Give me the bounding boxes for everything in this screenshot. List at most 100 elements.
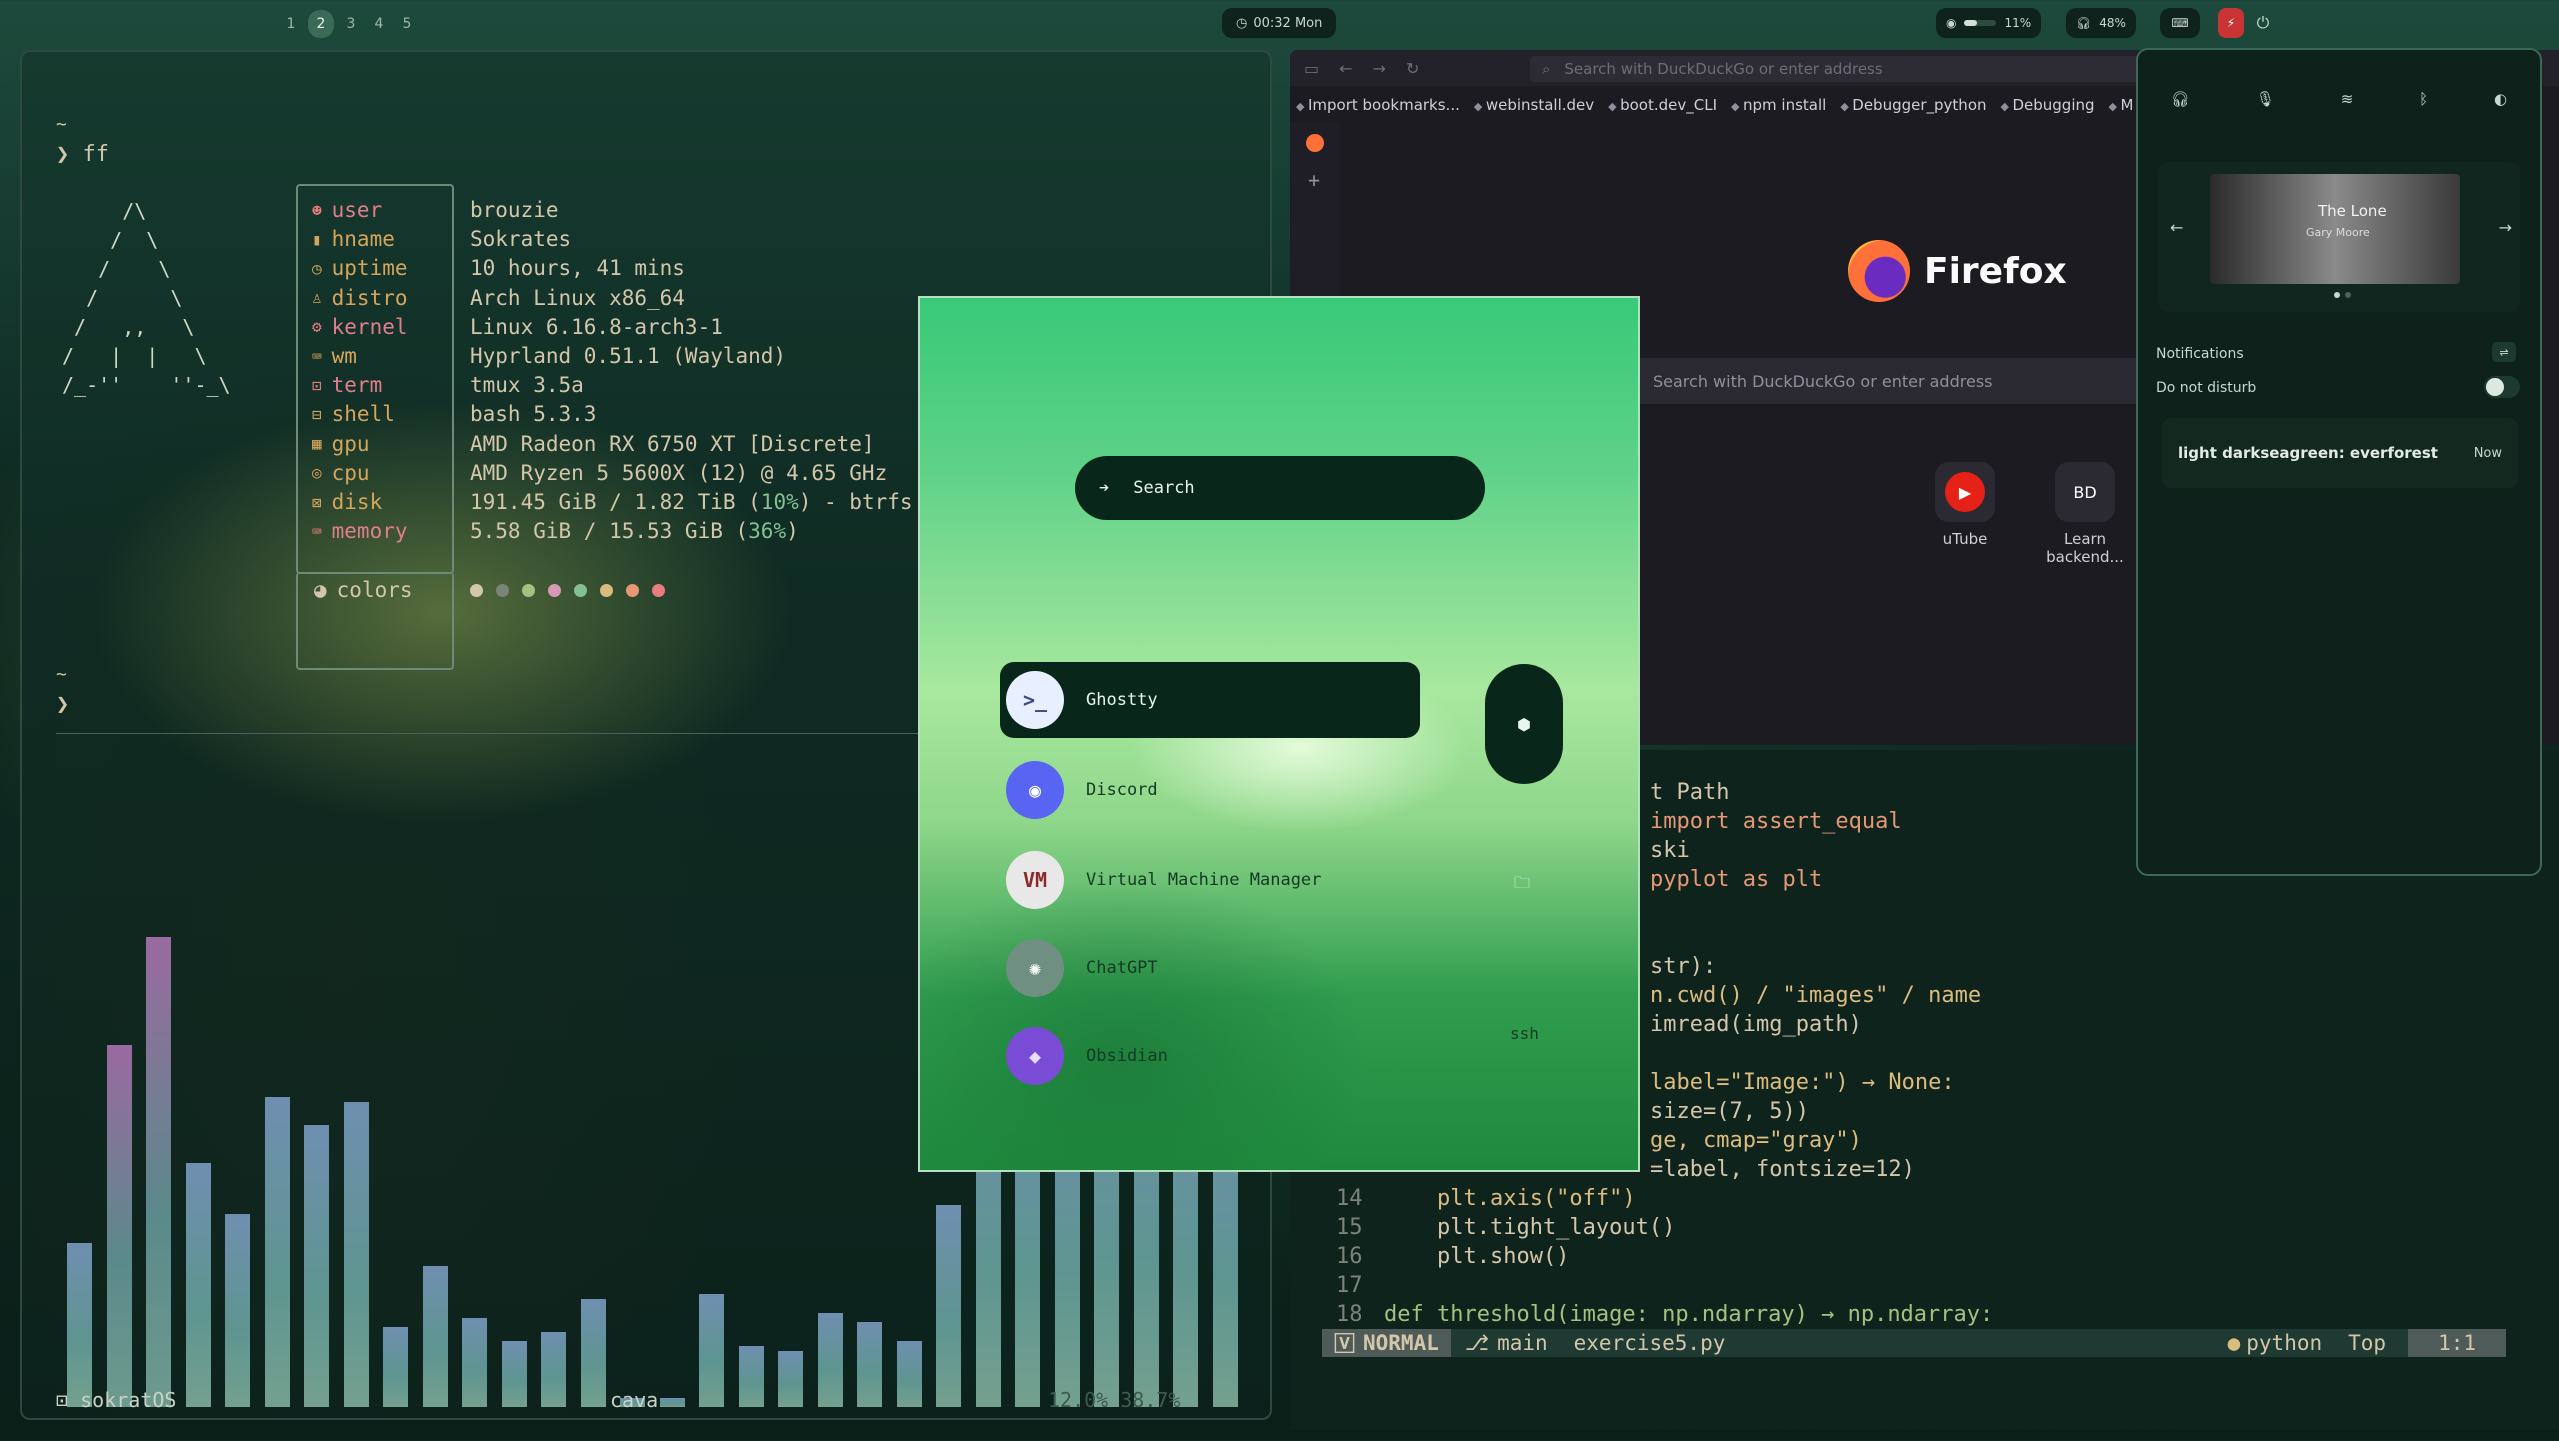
code-line[interactable]: 17	[1336, 1273, 1384, 1298]
launcher-side-button[interactable]: ⬢	[1485, 664, 1563, 784]
code-line[interactable]: ge, cmap="gray")	[1650, 1128, 1862, 1153]
power-profile-button[interactable]: ⚡	[2218, 8, 2244, 38]
launcher-app-item[interactable]: ✺ ChatGPT	[1000, 930, 1420, 1006]
firefox-sidebar-icon[interactable]	[1306, 134, 1324, 152]
distro-icon: ♙	[312, 288, 322, 308]
launcher-app-item[interactable]: ◉ Discord	[1000, 752, 1420, 828]
code-line[interactable]: size=(7, 5))	[1650, 1099, 1809, 1124]
bookmark-item[interactable]: ◆ npm install	[1731, 96, 1826, 114]
headphones-toggle-icon[interactable]: 🎧︎	[2171, 90, 2190, 108]
forward-icon[interactable]: →	[1373, 59, 1386, 78]
clear-notifications-icon[interactable]: ⇌	[2492, 342, 2516, 362]
bookmark-icon: ◆	[2108, 100, 2121, 113]
prompt-cursor: ❯	[56, 692, 70, 717]
tray-button[interactable]: ⌨	[2160, 8, 2200, 38]
theme-icon[interactable]: ◐	[2494, 90, 2507, 108]
workspace-3[interactable]: 3	[340, 13, 362, 35]
code-line[interactable]: pyplot as plt	[1650, 867, 1822, 892]
code-line[interactable]: import assert_equal	[1650, 809, 1902, 834]
firefox-brand: Firefox	[1924, 250, 2067, 292]
code-line[interactable]: t Path	[1650, 780, 1729, 805]
shortcut-tile[interactable]: BD Learn backend...	[2030, 462, 2140, 566]
cube-icon: ⬢	[1517, 714, 1531, 734]
workspace-1[interactable]: 1	[280, 13, 302, 35]
launcher-app-item[interactable]: ◆ Obsidian	[1000, 1018, 1420, 1094]
search-icon: ⌕	[1542, 60, 1551, 78]
ssh-label[interactable]: ssh	[1510, 1024, 1539, 1043]
vim-icon: 🅅	[1334, 1332, 1355, 1356]
power-button[interactable]: ⏻	[2250, 8, 2276, 38]
clock[interactable]: ◷ 00:32 Mon	[1222, 8, 1337, 38]
palette-swatch	[522, 584, 535, 597]
disk-icon: ⊠	[312, 492, 322, 512]
cava-bar	[106, 1045, 132, 1407]
mode-label: NORMAL	[1363, 1331, 1439, 1355]
notification-card[interactable]: light darkseagreen: everforest Now	[2162, 418, 2518, 488]
bookmark-item[interactable]: ◆ webinstall.dev	[1474, 96, 1594, 114]
pane-divider[interactable]	[56, 733, 956, 734]
bookmark-item[interactable]: ◆ Debugging	[2001, 96, 2095, 114]
code-text: size=(7, 5))	[1650, 1099, 1809, 1124]
shortcut-label: Learn backend...	[2046, 530, 2124, 566]
app-launcher[interactable]: ➔ Search >_ Ghostty ◉ Discord VM Virtual Mach…	[918, 296, 1640, 1172]
add-icon[interactable]: +	[1308, 168, 1320, 192]
git-branch-icon: ⎇	[1464, 1331, 1490, 1355]
code-line[interactable]: 15 plt.tight_layout()	[1336, 1215, 1675, 1240]
bookmark-item[interactable]: ◆ Import bookmarks...	[1296, 96, 1460, 114]
code-line[interactable]: =label, fontsize=12)	[1650, 1157, 1915, 1182]
launcher-app-item[interactable]: >_ Ghostty	[1000, 662, 1420, 738]
launcher-search[interactable]: ➔ Search	[1075, 456, 1485, 520]
shortcut-tile[interactable]: ▶ uTube	[1910, 462, 2020, 548]
microphone-icon[interactable]: 🎙︎	[2256, 90, 2275, 108]
launcher-app-name: ChatGPT	[1086, 958, 1158, 978]
bolt-icon: ⚡	[2226, 15, 2236, 31]
launcher-app-item[interactable]: VM Virtual Machine Manager	[1000, 842, 1420, 918]
cava-bar	[383, 1327, 408, 1407]
sidebar-toggle-icon[interactable]: ▭	[1304, 59, 1319, 78]
chatgpt-icon: ✺	[1006, 939, 1064, 997]
fastfetch-key: distro	[331, 285, 408, 310]
bookmark-item[interactable]: ◆ boot.dev_CLI	[1608, 96, 1717, 114]
bookmark-item[interactable]: ◆ Debugger_python	[1840, 96, 1986, 114]
code-text: =label, fontsize=12)	[1650, 1157, 1915, 1182]
bluetooth-icon[interactable]: ᛒ	[2419, 90, 2428, 108]
code-text: ski	[1650, 838, 1690, 863]
toggle-knob	[2486, 378, 2504, 396]
code-line[interactable]: 18 def threshold(image: np.ndarray) → np.…	[1336, 1302, 1993, 1327]
back-icon[interactable]: ←	[1339, 59, 1352, 78]
code-line[interactable]: 16 plt.show()	[1336, 1244, 1569, 1269]
person-icon: ☻	[312, 200, 322, 220]
git-branch: main	[1497, 1331, 1548, 1355]
cpu-bar	[1964, 20, 1997, 26]
code-line[interactable]: n.cwd() / "images" / name	[1650, 983, 1981, 1008]
workspace-2[interactable]: 2	[308, 10, 334, 38]
previous-icon[interactable]: ←	[2170, 218, 2183, 237]
fastfetch-value-text: tmux 3.5a	[470, 373, 584, 398]
cava-bar	[501, 1341, 527, 1407]
fastfetch-key: uptime	[331, 256, 408, 281]
bookmark-item[interactable]: ◆ M	[2109, 96, 2134, 114]
shell-icon: ⊟	[312, 404, 322, 424]
fastfetch-key: cpu	[331, 460, 370, 485]
cava-bar	[659, 1397, 685, 1407]
next-icon[interactable]: →	[2499, 218, 2512, 237]
code-text: t Path	[1650, 780, 1730, 805]
cpu-widget[interactable]: ◉ 11%	[1936, 8, 2042, 38]
dnd-toggle[interactable]	[2484, 376, 2520, 398]
folder-icon[interactable]: 🗀	[1514, 872, 1530, 899]
code-line[interactable]: ski	[1650, 838, 1690, 863]
headphones-widget[interactable]: 🎧︎ 48%	[2066, 8, 2136, 38]
code-line[interactable]: str):	[1650, 954, 1716, 979]
code-line[interactable]: label="Image:") → None:	[1650, 1070, 1955, 1095]
code-line[interactable]: imread(img_path)	[1650, 1012, 1862, 1037]
fastfetch-value-text: Arch Linux x86_64	[470, 285, 685, 310]
youtube-icon: ▶	[1935, 462, 1995, 522]
vmm-icon: VM	[1006, 851, 1064, 909]
reload-icon[interactable]: ↻	[1406, 59, 1419, 78]
bookmark-label: webinstall.dev	[1485, 96, 1595, 114]
code-line[interactable]: 14 plt.axis("off")	[1336, 1186, 1636, 1211]
wifi-icon[interactable]: ≋	[2341, 90, 2354, 108]
scroll-position: Top	[2348, 1331, 2387, 1355]
workspace-5[interactable]: 5	[396, 13, 418, 35]
workspace-4[interactable]: 4	[368, 13, 390, 35]
